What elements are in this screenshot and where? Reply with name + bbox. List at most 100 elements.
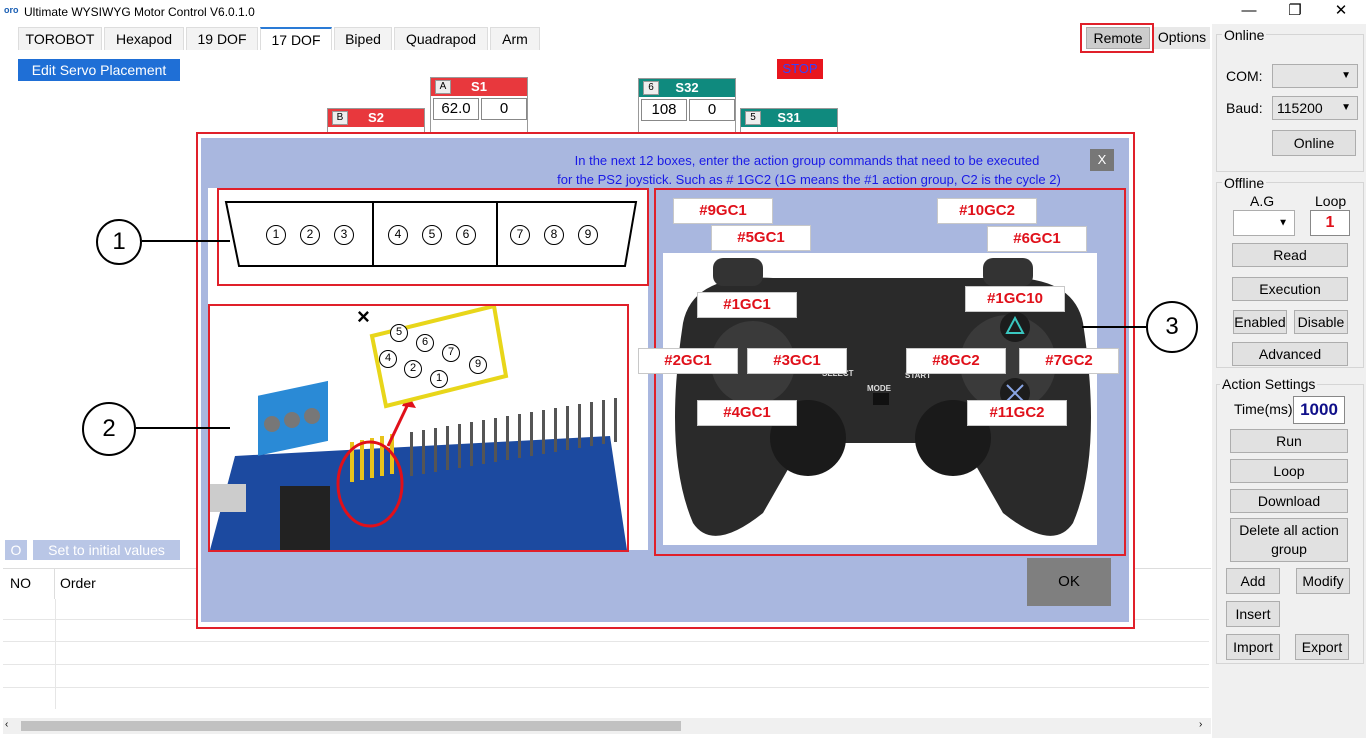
callout-1: 1 xyxy=(96,219,142,265)
board-pin: 5 xyxy=(390,324,408,342)
disable-button[interactable]: Disable xyxy=(1294,310,1348,334)
add-button[interactable]: Add xyxy=(1226,568,1280,594)
restore-button[interactable]: ❐ xyxy=(1272,0,1318,24)
com-label: COM: xyxy=(1226,68,1263,84)
connector-pin: 7 xyxy=(510,225,530,245)
time-input[interactable]: 1000 xyxy=(1293,396,1345,424)
command-input-9[interactable]: #9GC1 xyxy=(673,198,773,224)
command-input-6[interactable]: #6GC1 xyxy=(987,226,1087,252)
run-button[interactable]: Run xyxy=(1230,429,1348,453)
com-select[interactable]: ▼ xyxy=(1272,64,1358,88)
tab-arm[interactable]: Arm xyxy=(490,27,540,50)
remote-button[interactable]: Remote xyxy=(1086,27,1150,49)
online-group-title: Online xyxy=(1222,27,1267,43)
chevron-down-icon: ▼ xyxy=(1341,102,1351,113)
servo-letter: A xyxy=(435,80,451,94)
command-input-1b[interactable]: #1GC10 xyxy=(965,286,1065,312)
export-button[interactable]: Export xyxy=(1295,634,1349,660)
delete-all-action-group-button[interactable]: Delete all action group xyxy=(1230,518,1348,562)
ok-button[interactable]: OK xyxy=(1027,558,1111,606)
right-panel: Online COM: ▼ Baud: 115200 ▼ Online Offli… xyxy=(1212,24,1366,738)
column-header-no: NO xyxy=(3,569,55,599)
connector-pin: 3 xyxy=(334,225,354,245)
board-pin: 4 xyxy=(379,350,397,368)
tab-19dof[interactable]: 19 DOF xyxy=(186,27,258,50)
insert-button[interactable]: Insert xyxy=(1226,601,1280,627)
chevron-down-icon: ▼ xyxy=(1278,217,1288,229)
scroll-right-icon[interactable]: › xyxy=(1199,719,1202,730)
connector-pin: 6 xyxy=(456,225,476,245)
command-input-4[interactable]: #4GC1 xyxy=(697,400,797,426)
options-button[interactable]: Options xyxy=(1154,27,1210,49)
read-button[interactable]: Read xyxy=(1232,243,1348,267)
advanced-button[interactable]: Advanced xyxy=(1232,342,1348,366)
connector-pin: 4 xyxy=(388,225,408,245)
servo-name: S31 xyxy=(777,110,801,125)
execution-button[interactable]: Execution xyxy=(1232,277,1348,301)
board-pin: 1 xyxy=(430,370,448,388)
connector-pin: 8 xyxy=(544,225,564,245)
board-pin: 7 xyxy=(442,344,460,362)
connector-pin: 9 xyxy=(578,225,598,245)
scroll-left-icon[interactable]: ‹ xyxy=(5,719,8,730)
command-input-8[interactable]: #8GC2 xyxy=(906,348,1006,374)
servo-value-field[interactable]: 62.0 xyxy=(433,98,479,120)
servo-s1[interactable]: A S1 62.0 0 xyxy=(430,77,528,137)
connector-pin: 1 xyxy=(266,225,286,245)
scrollbar-thumb[interactable] xyxy=(21,721,681,731)
board-pin: 2 xyxy=(404,360,422,378)
tab-biped[interactable]: Biped xyxy=(334,27,392,50)
window-title: Ultimate WYSIWYG Motor Control V6.0.1.0 xyxy=(24,5,255,19)
command-input-5[interactable]: #5GC1 xyxy=(711,225,811,251)
loop-input[interactable]: 1 xyxy=(1310,210,1350,236)
o-button[interactable]: O xyxy=(5,540,27,560)
stop-button[interactable]: STOP xyxy=(777,59,823,79)
ag-select[interactable]: ▼ xyxy=(1233,210,1295,236)
dialog-close-button[interactable]: X xyxy=(1090,149,1114,171)
command-input-1[interactable]: #1GC1 xyxy=(697,292,797,318)
online-button[interactable]: Online xyxy=(1272,130,1356,156)
command-input-2[interactable]: #2GC1 xyxy=(638,348,738,374)
chevron-down-icon: ▼ xyxy=(1341,70,1351,81)
servo-value-field[interactable]: 108 xyxy=(641,99,687,121)
servo-offset-field[interactable]: 0 xyxy=(481,98,527,120)
connector-pin: 5 xyxy=(422,225,442,245)
command-input-11[interactable]: #11GC2 xyxy=(967,400,1067,426)
edit-servo-placement-button[interactable]: Edit Servo Placement xyxy=(18,59,180,81)
enabled-button[interactable]: Enabled xyxy=(1233,310,1287,334)
download-button[interactable]: Download xyxy=(1230,489,1348,513)
servo-letter: B xyxy=(332,111,348,125)
set-initial-values-button[interactable]: Set to initial values xyxy=(33,540,180,560)
callout-2: 2 xyxy=(82,402,136,456)
time-label: Time(ms) xyxy=(1234,401,1293,417)
connector-pin: 2 xyxy=(300,225,320,245)
callout-2-line xyxy=(136,427,230,429)
horizontal-scrollbar[interactable]: ‹ › xyxy=(3,718,1211,734)
baud-select[interactable]: 115200 ▼ xyxy=(1272,96,1358,120)
command-input-3[interactable]: #3GC1 xyxy=(747,348,847,374)
minimize-button[interactable]: — xyxy=(1226,0,1272,24)
import-button[interactable]: Import xyxy=(1226,634,1280,660)
baud-label: Baud: xyxy=(1226,100,1263,116)
servo-name: S32 xyxy=(675,80,699,95)
command-input-10[interactable]: #10GC2 xyxy=(937,198,1037,224)
column-header-order: Order xyxy=(60,575,96,591)
board-pin: 6 xyxy=(416,334,434,352)
tab-17dof[interactable]: 17 DOF xyxy=(260,27,332,50)
board-pin: 9 xyxy=(469,356,487,374)
tab-quadrapod[interactable]: Quadrapod xyxy=(394,27,488,50)
modify-button[interactable]: Modify xyxy=(1296,568,1350,594)
ag-label: A.G xyxy=(1250,193,1275,209)
close-button[interactable]: ✕ xyxy=(1318,0,1364,24)
tab-hexapod[interactable]: Hexapod xyxy=(104,27,184,50)
servo-name: S1 xyxy=(471,79,487,94)
servo-s32[interactable]: 6 S32 108 0 xyxy=(638,78,736,138)
action-settings-title: Action Settings xyxy=(1220,376,1318,392)
servo-name: S2 xyxy=(368,110,384,125)
tab-torobot[interactable]: TOROBOT xyxy=(18,27,102,50)
mode-label: MODE xyxy=(867,384,891,393)
command-input-7[interactable]: #7GC2 xyxy=(1019,348,1119,374)
servo-offset-field[interactable]: 0 xyxy=(689,99,735,121)
loop-label: Loop xyxy=(1315,193,1347,209)
loop-button[interactable]: Loop xyxy=(1230,459,1348,483)
